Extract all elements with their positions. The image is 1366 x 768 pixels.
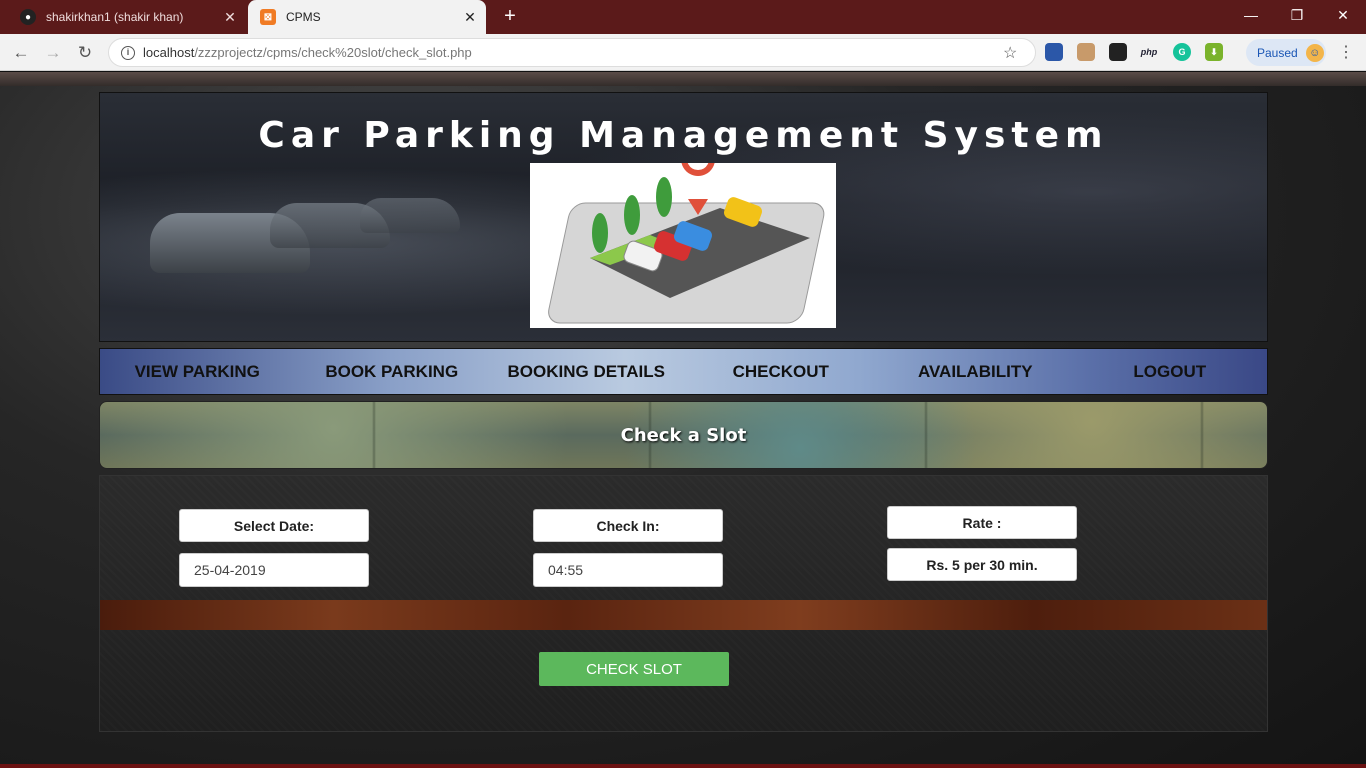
rate-value: Rs. 5 per 30 min. (887, 548, 1077, 581)
close-tab-icon[interactable]: ✕ (460, 9, 480, 26)
bookmark-star-icon[interactable]: ☆ (1003, 43, 1023, 63)
check-slot-form: Select Date: 25-04-2019 Check In: 04:55 … (99, 475, 1268, 732)
ext-1-icon[interactable] (1045, 43, 1063, 61)
nav-book-parking[interactable]: BOOK PARKING (295, 362, 490, 382)
download-icon[interactable]: ⬇ (1205, 43, 1223, 61)
date-label: Select Date: (179, 509, 369, 542)
tab-title: shakirkhan1 (shakir khan) (46, 10, 184, 24)
github-icon: ● (20, 9, 36, 25)
check-slot-button[interactable]: CHECK SLOT (539, 652, 729, 686)
url-path: /zzzprojectz/cpms/check%20slot/check_slo… (194, 45, 472, 60)
nav-checkout[interactable]: CHECKOUT (684, 362, 879, 382)
tab-cpms[interactable]: ⊠ CPMS ✕ (248, 0, 486, 34)
close-tab-icon[interactable]: ✕ (220, 9, 240, 26)
reload-button[interactable]: ↻ (72, 40, 98, 66)
url-host: localhost (143, 45, 195, 60)
close-window-button[interactable]: ✕ (1320, 0, 1366, 30)
page-viewport: Car Parking Management System VIEW PARKI… (0, 72, 1366, 768)
grammarly-icon[interactable]: G (1173, 43, 1191, 61)
info-icon[interactable]: i (121, 45, 135, 60)
tab-title: CPMS (286, 10, 321, 24)
address-bar[interactable]: i localhost/zzzprojectz/cpms/check%20slo… (108, 38, 1036, 67)
nav-availability[interactable]: AVAILABILITY (878, 362, 1073, 382)
checkin-label: Check In: (533, 509, 723, 542)
nav-logout[interactable]: LOGOUT (1073, 362, 1268, 382)
form-divider (100, 600, 1267, 630)
avatar: ☺ (1305, 43, 1324, 62)
maximize-button[interactable]: ❐ (1274, 0, 1320, 30)
profile-label: Paused (1257, 45, 1298, 60)
forward-button[interactable]: → (40, 40, 66, 66)
ext-3-icon[interactable] (1109, 43, 1127, 61)
page-title: Check a Slot (620, 424, 747, 446)
xampp-icon: ⊠ (260, 9, 276, 25)
checkin-time-field[interactable]: 04:55 (533, 553, 723, 587)
site-title: Car Parking Management System (258, 115, 1109, 156)
parking-logo (530, 142, 836, 328)
header-car-image (360, 198, 460, 233)
tab-strip: ● shakirkhan1 (shakir khan) ✕ ⊠ CPMS ✕ +… (0, 0, 1366, 34)
site-header: Car Parking Management System (99, 92, 1268, 342)
minimize-button[interactable]: — (1228, 0, 1274, 30)
back-button[interactable]: ← (8, 40, 34, 66)
profile-button[interactable]: Paused ☺ (1246, 39, 1326, 66)
main-nav: VIEW PARKING BOOK PARKING BOOKING DETAIL… (99, 348, 1268, 395)
ext-2-icon[interactable] (1077, 43, 1095, 61)
browser-toolbar: ← → ↻ i localhost/zzzprojectz/cpms/check… (0, 34, 1366, 71)
page-banner: Check a Slot (99, 401, 1268, 469)
tab-github[interactable]: ● shakirkhan1 (shakir khan) ✕ (8, 0, 246, 34)
nav-view-parking[interactable]: VIEW PARKING (100, 362, 295, 382)
new-tab-button[interactable]: + (498, 5, 522, 29)
php-icon[interactable]: php (1140, 43, 1158, 61)
browser-menu-icon[interactable]: ⋮ (1336, 40, 1356, 66)
rate-label: Rate : (887, 506, 1077, 539)
nav-booking-details[interactable]: BOOKING DETAILS (489, 362, 684, 382)
url-text[interactable]: localhost/zzzprojectz/cpms/check%20slot/… (143, 45, 1003, 60)
date-field[interactable]: 25-04-2019 (179, 553, 369, 587)
